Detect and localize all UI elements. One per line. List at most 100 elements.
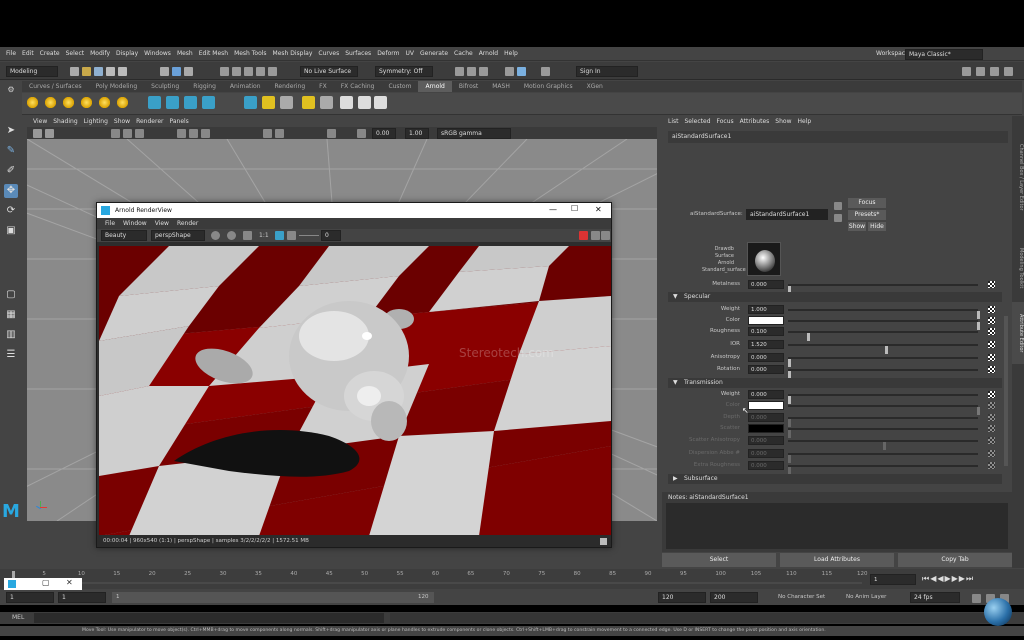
metalness-field[interactable]: 0.000 <box>748 280 784 289</box>
notes-textarea[interactable] <box>666 503 1008 549</box>
spec-roughness-field[interactable]: 0.100 <box>748 327 784 336</box>
ratio-label[interactable]: 1:1 <box>259 232 269 239</box>
select-component-icon[interactable] <box>184 67 193 76</box>
snapshot-icon[interactable] <box>358 96 371 109</box>
render-image[interactable]: Stereotech.com <box>99 246 611 536</box>
trans-scatter-anisotropy-slider[interactable] <box>788 440 978 450</box>
live-surface-field[interactable]: No Live Surface <box>300 66 358 77</box>
symmetry-select[interactable]: Symmetry: Off <box>375 66 433 77</box>
ae-scrollbar[interactable] <box>1004 316 1008 466</box>
shelf-tab-sculpting[interactable]: Sculpting <box>144 81 186 92</box>
trans-scatter-slider[interactable] <box>788 428 978 438</box>
rv-menu-render[interactable]: Render <box>177 220 198 227</box>
spec-ior-field[interactable]: 1.520 <box>748 340 784 349</box>
ae-menu-show[interactable]: Show <box>775 116 791 127</box>
renderview-titlebar[interactable]: Arnold RenderView — ☐ ✕ <box>97 203 611 218</box>
lasso-tool-icon[interactable]: ✎ <box>4 144 18 158</box>
four-pane-icon[interactable]: ▦ <box>4 308 18 322</box>
tab-channel-box[interactable]: Channel Box / Layer Editor <box>1012 122 1024 232</box>
menu-mesh[interactable]: Mesh <box>177 47 193 61</box>
menu-help[interactable]: Help <box>504 47 518 61</box>
snap-grid-icon[interactable] <box>220 67 229 76</box>
close-window-icon[interactable]: ✕ <box>595 205 602 214</box>
scale-tool-icon[interactable]: ▣ <box>4 224 18 238</box>
vp-menu-show[interactable]: Show <box>114 117 130 127</box>
trans-dispersion-map-icon[interactable] <box>988 450 995 457</box>
vp-menu-lighting[interactable]: Lighting <box>84 117 108 127</box>
shelf-tab-mash[interactable]: MASH <box>485 81 517 92</box>
refresh-icon[interactable] <box>211 231 220 240</box>
select-hierarchy-icon[interactable] <box>160 67 169 76</box>
redo-icon[interactable] <box>118 67 127 76</box>
time-slider[interactable]: 5 10 15 20 25 30 35 40 45 50 55 60 65 70 75 80 85 90 95 100… <box>0 569 1024 589</box>
trans-depth-field[interactable]: 0.000 <box>748 413 784 422</box>
workspace-select[interactable]: Maya Classic* <box>905 49 983 60</box>
character-set-label[interactable]: No Character Set <box>778 594 825 600</box>
shelf-tab-custom[interactable]: Custom <box>381 81 418 92</box>
trans-dispersion-slider[interactable] <box>788 453 978 463</box>
spec-weight-field[interactable]: 1.000 <box>748 305 784 314</box>
outliner-pane-icon[interactable]: ☰ <box>4 348 18 362</box>
snap-view-icon[interactable] <box>256 67 265 76</box>
layout-icon[interactable] <box>962 67 971 76</box>
transmission-section-header[interactable]: ▼ Transmission <box>668 378 1002 388</box>
tab-modeling-toolkit[interactable]: Modeling Toolkit <box>1012 238 1024 298</box>
rv-menu-view[interactable]: View <box>155 220 169 227</box>
flush-textures-icon[interactable] <box>262 96 275 109</box>
fit-icon[interactable] <box>275 231 284 240</box>
shelf-tab-fx[interactable]: FX <box>312 81 334 92</box>
spec-anisotropy-map-icon[interactable] <box>988 354 995 361</box>
menu-edit-mesh[interactable]: Edit Mesh <box>199 47 228 61</box>
sign-in-button[interactable]: Sign In <box>576 66 638 77</box>
move-tool-icon[interactable]: ✥ <box>4 184 18 198</box>
camera-attr-icon[interactable] <box>45 129 54 138</box>
shelf-tab-bifrost[interactable]: Bifrost <box>452 81 485 92</box>
hide-button[interactable]: Hide <box>868 222 886 231</box>
wireframe-icon[interactable] <box>177 129 186 138</box>
minimized-window-bar[interactable]: ▢ ✕ <box>4 578 82 590</box>
grid-icon[interactable] <box>111 129 120 138</box>
shelf-tab-xgen[interactable]: XGen <box>580 81 610 92</box>
menu-edit[interactable]: Edit <box>22 47 34 61</box>
smooth-shade-icon[interactable] <box>189 129 198 138</box>
shelf-tab-motion-graphics[interactable]: Motion Graphics <box>517 81 580 92</box>
layout-three-icon[interactable] <box>990 67 999 76</box>
trans-weight-map-icon[interactable] <box>988 391 995 398</box>
spec-roughness-slider[interactable] <box>788 331 978 341</box>
trans-color-map-icon[interactable] <box>988 402 995 409</box>
minimize-icon[interactable]: — <box>549 205 557 214</box>
trans-weight-field[interactable]: 0.000 <box>748 390 784 399</box>
snapshot-small-icon[interactable] <box>600 538 607 545</box>
undo-icon[interactable] <box>106 67 115 76</box>
camera-icon[interactable] <box>33 129 42 138</box>
resolution-gate-icon[interactable] <box>135 129 144 138</box>
stop-render-icon[interactable] <box>579 231 588 240</box>
select-button[interactable]: Select <box>662 553 776 567</box>
trans-depth-map-icon[interactable] <box>988 414 995 421</box>
current-frame-field[interactable]: 1 <box>870 574 916 585</box>
show-button[interactable]: Show <box>848 222 866 231</box>
spec-color-map-icon[interactable] <box>988 317 995 324</box>
photometric-light-icon[interactable] <box>62 96 75 109</box>
menu-deform[interactable]: Deform <box>377 47 399 61</box>
shelf-settings-icon[interactable]: ⚙ <box>4 83 18 97</box>
trans-depth-slider[interactable] <box>788 417 978 427</box>
mode-select[interactable]: Modeling <box>6 66 58 77</box>
textured-icon[interactable] <box>201 129 210 138</box>
select-tool-icon[interactable]: ➤ <box>4 124 18 138</box>
export-standin-icon[interactable] <box>202 96 215 109</box>
menu-uv[interactable]: UV <box>406 47 415 61</box>
spec-color-swatch[interactable] <box>748 316 784 325</box>
anim-end-field[interactable]: 200 <box>710 592 758 603</box>
arnold-render-icon[interactable] <box>517 67 526 76</box>
xray-icon[interactable] <box>357 129 366 138</box>
physical-sky-icon[interactable] <box>98 96 111 109</box>
trans-extra-roughness-slider[interactable] <box>788 465 978 475</box>
shelf-tab-rigging[interactable]: Rigging <box>186 81 223 92</box>
ipr-render-icon[interactable] <box>467 67 476 76</box>
auto-key-icon[interactable] <box>972 594 981 603</box>
paint-select-icon[interactable]: ✐ <box>4 164 18 178</box>
spec-rotation-slider[interactable] <box>788 369 978 379</box>
anim-start-field[interactable]: 1 <box>6 592 54 603</box>
trans-extra-roughness-map-icon[interactable] <box>988 462 995 469</box>
